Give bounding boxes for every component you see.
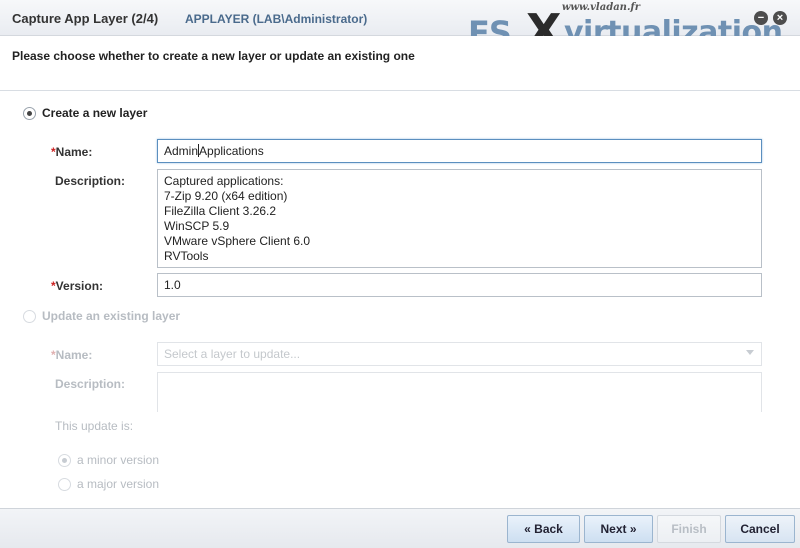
cancel-button[interactable]: Cancel [725,515,795,543]
radio-update-existing-layer-label: Update an existing layer [42,309,181,323]
instruction-text: Please choose whether to create a new la… [12,49,415,63]
layer-name-value-part2: Applications [199,144,264,158]
close-icon[interactable]: × [773,11,787,25]
description-line: 7-Zip 9.20 (x64 edition) [164,189,288,203]
create-description-label: Description: [55,174,126,188]
radio-major-version[interactable]: a major version [58,477,159,491]
create-version-label-text: Version: [55,279,104,293]
radio-update-existing-layer[interactable]: Update an existing layer [23,309,180,323]
update-name-label: *Name: [51,348,92,362]
description-line: VMware vSphere Client 6.0 [164,234,311,248]
create-name-label: *Name: [51,145,92,159]
dialog-context: APPLAYER (LAB\Administrator) [185,12,368,26]
update-description-textarea[interactable] [157,372,762,412]
radio-minor-version-button[interactable] [58,453,71,467]
layer-select-placeholder: Select a layer to update... [164,347,301,361]
radio-create-new-layer-button[interactable] [23,106,36,120]
dialog-footer: « Back Next » Finish Cancel [0,508,800,548]
description-line: Captured applications: [164,174,284,188]
finish-button[interactable]: Finish [657,515,721,543]
radio-update-existing-layer-button[interactable] [23,309,36,323]
create-version-label: *Version: [51,279,103,293]
layer-version-input[interactable]: 1.0 [157,273,762,297]
layer-name-value-part1: Admin [164,144,199,158]
minimize-icon[interactable]: − [754,11,768,25]
radio-major-version-button[interactable] [58,477,71,491]
watermark-url: www.vladan.fr [561,2,640,13]
update-type-label: This update is: [55,419,134,433]
radio-minor-version-label: a minor version [77,453,160,467]
radio-major-version-label: a major version [77,477,160,491]
radio-create-new-layer[interactable]: Create a new layer [23,106,147,120]
back-button[interactable]: « Back [507,515,580,543]
create-name-label-text: Name: [55,145,93,159]
chevron-down-icon [746,350,754,355]
dialog-title: Capture App Layer (2/4) [12,11,159,26]
layer-description-textarea[interactable]: Captured applications: 7-Zip 9.20 (x64 e… [157,169,762,268]
description-line: WinSCP 5.9 [164,219,230,233]
layer-select-dropdown[interactable]: Select a layer to update... [157,342,762,366]
description-line: FileZilla Client 3.26.2 [164,204,277,218]
next-button[interactable]: Next » [584,515,653,543]
update-name-label-text: Name: [55,348,93,362]
update-description-label: Description: [55,377,126,391]
radio-minor-version[interactable]: a minor version [58,453,159,467]
instruction-bar: Please choose whether to create a new la… [0,36,800,91]
radio-create-new-layer-label: Create a new layer [42,106,148,120]
description-line: RVTools [164,249,209,263]
layer-name-input[interactable]: AdminApplications [157,139,762,163]
